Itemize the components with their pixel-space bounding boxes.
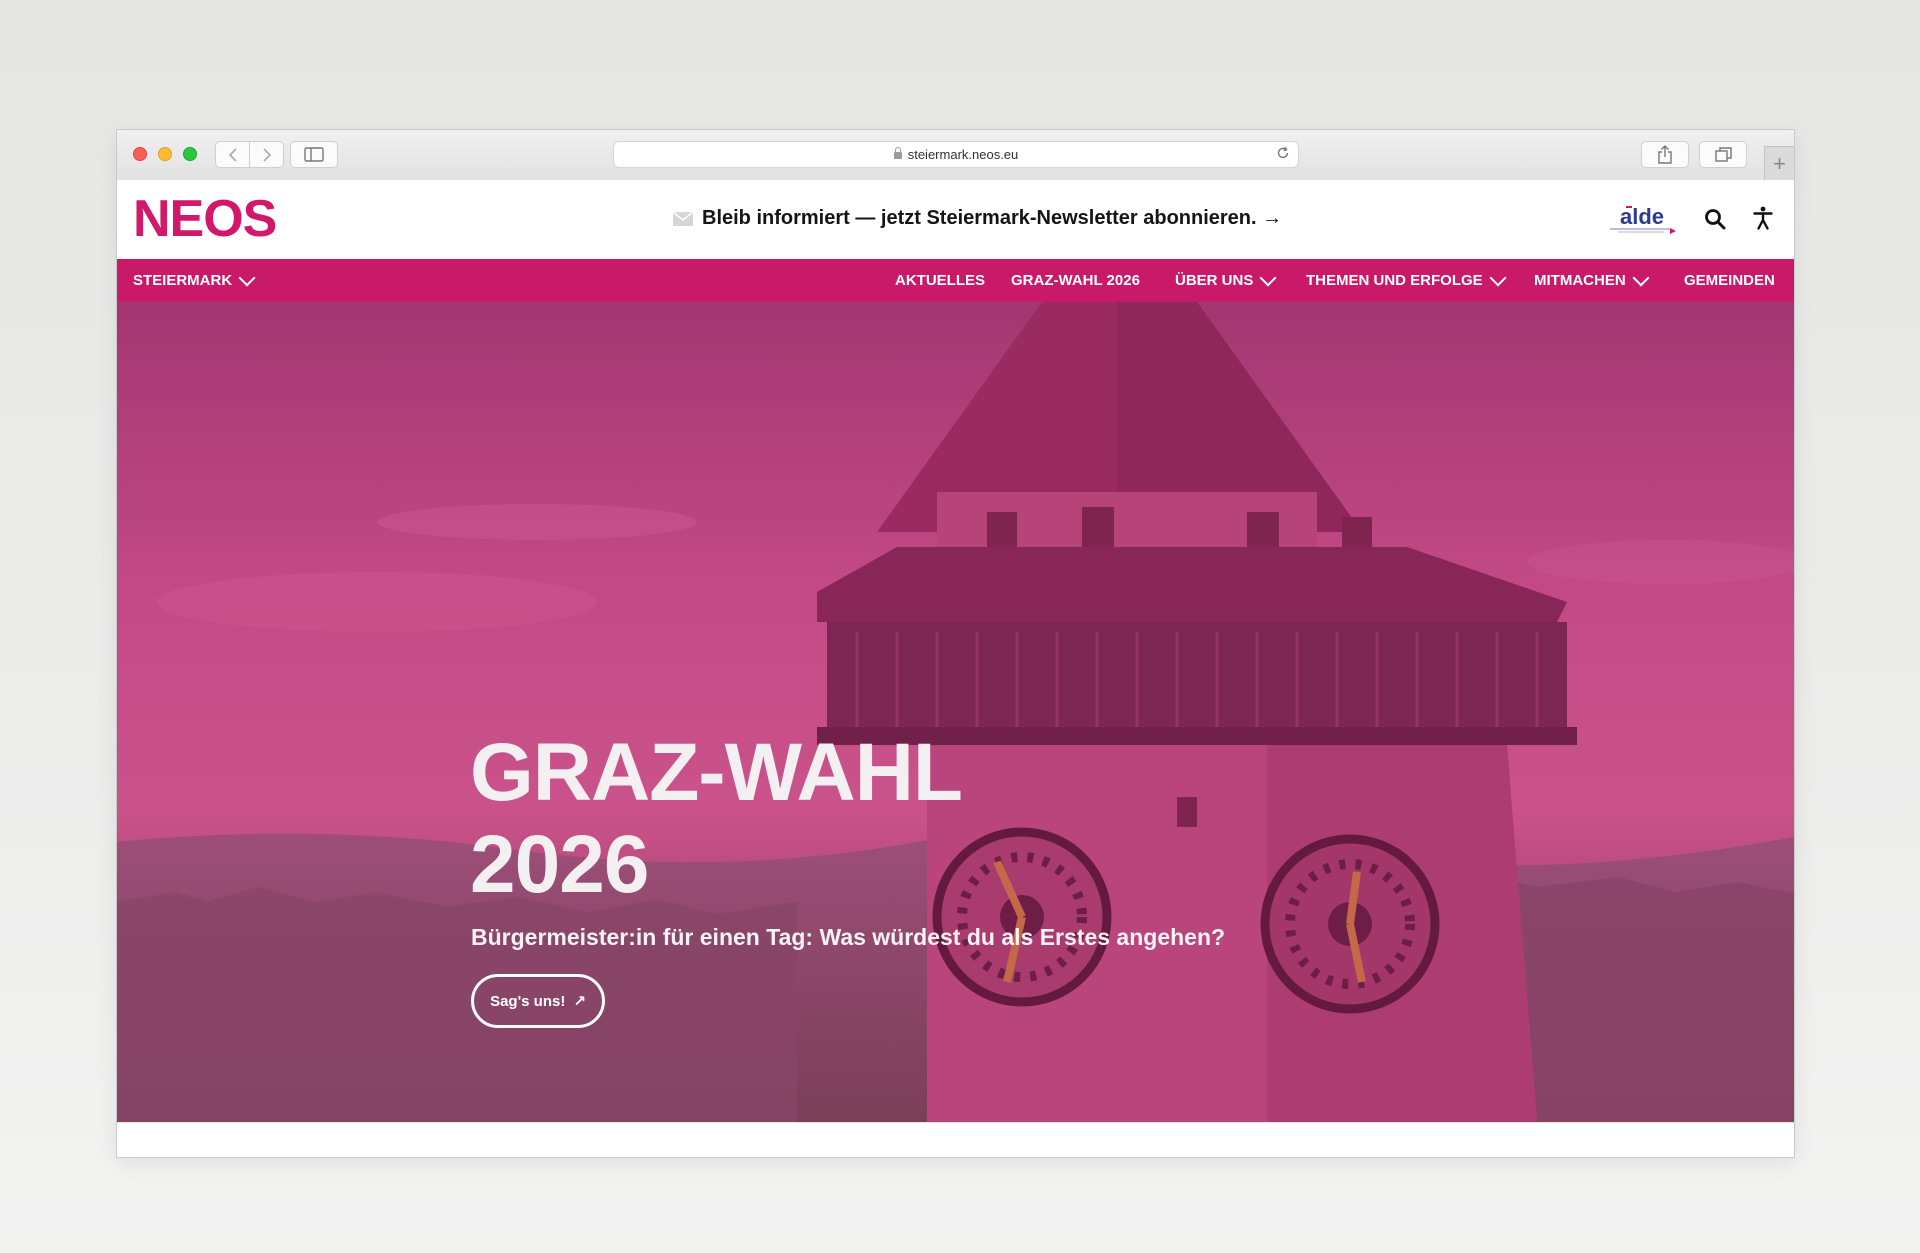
share-button[interactable] bbox=[1641, 141, 1689, 168]
nav-item-aktuelles[interactable]: AKTUELLES bbox=[895, 259, 985, 302]
accessibility-icon[interactable] bbox=[1753, 206, 1773, 235]
cta-label: Sag's uns! bbox=[490, 992, 566, 1010]
share-icon bbox=[1658, 145, 1672, 164]
chevron-down-icon bbox=[1259, 269, 1277, 286]
envelope-icon bbox=[672, 210, 694, 226]
region-label: STEIERMARK bbox=[133, 272, 233, 289]
external-arrow-icon: ↗ bbox=[573, 993, 586, 1010]
hero-subtitle: Bürgermeister:in für einen Tag: Was würd… bbox=[471, 924, 1226, 950]
forward-button[interactable] bbox=[249, 141, 284, 168]
nav-item-graz-wahl[interactable]: GRAZ-WAHL 2026 bbox=[1011, 259, 1140, 302]
nav-item-label: THEMEN UND ERFOLGE bbox=[1306, 272, 1483, 289]
hero-title: GRAZ-WAHL 2026 bbox=[470, 727, 963, 911]
newsletter-banner-link[interactable]: Bleib informiert — jetzt Steiermark-News… bbox=[672, 207, 1282, 230]
nav-item-themen-und-erfolge[interactable]: THEMEN UND ERFOLGE bbox=[1306, 259, 1507, 302]
chevron-left-icon bbox=[228, 147, 237, 162]
newsletter-text: Bleib informiert — jetzt Steiermark-News… bbox=[702, 207, 1283, 229]
close-window-button[interactable] bbox=[133, 147, 147, 161]
browser-window: steiermark.neos.eu + NEOS Bleib informie… bbox=[117, 130, 1794, 1157]
sidebar-toggle-button[interactable] bbox=[290, 141, 338, 168]
lock-icon bbox=[893, 147, 902, 159]
nav-item-label: AKTUELLES bbox=[895, 272, 985, 289]
browser-toolbar: steiermark.neos.eu + bbox=[117, 130, 1794, 181]
alde-logo[interactable]: alde bbox=[1608, 202, 1680, 236]
address-bar[interactable]: steiermark.neos.eu bbox=[613, 141, 1299, 168]
zoom-window-button[interactable] bbox=[183, 147, 197, 161]
plus-icon: + bbox=[1773, 150, 1786, 176]
nav-item-ueber-uns[interactable]: ÜBER UNS bbox=[1175, 259, 1277, 302]
region-selector[interactable]: STEIERMARK bbox=[133, 259, 256, 302]
nav-item-label: GEMEINDEN bbox=[1684, 272, 1775, 289]
hero-title-line1: GRAZ-WAHL bbox=[470, 727, 963, 818]
nav-item-gemeinden[interactable]: GEMEINDEN bbox=[1684, 259, 1775, 302]
nav-item-label: ÜBER UNS bbox=[1175, 272, 1254, 289]
tabs-icon bbox=[1714, 147, 1732, 162]
site-header: NEOS Bleib informiert — jetzt Steiermark… bbox=[117, 180, 1794, 259]
search-icon[interactable] bbox=[1704, 208, 1726, 235]
neos-logo[interactable]: NEOS bbox=[133, 193, 277, 245]
page-content-area bbox=[117, 1122, 1794, 1157]
chevron-down-icon bbox=[238, 269, 256, 286]
nav-item-mitmachen[interactable]: MITMACHEN bbox=[1534, 259, 1650, 302]
chevron-down-icon bbox=[1632, 269, 1650, 286]
nav-item-label: MITMACHEN bbox=[1534, 272, 1626, 289]
chevron-down-icon bbox=[1489, 269, 1507, 286]
minimize-window-button[interactable] bbox=[158, 147, 172, 161]
cta-button[interactable]: Sag's uns! ↗ bbox=[471, 974, 605, 1028]
hero-banner: GRAZ-WAHL 2026 Bürgermeister:in für eine… bbox=[117, 302, 1794, 1122]
sidebar-icon bbox=[304, 147, 324, 162]
reload-icon[interactable] bbox=[1276, 146, 1290, 164]
main-navigation: STEIERMARK AKTUELLES GRAZ-WAHL 2026 ÜBER… bbox=[117, 259, 1794, 302]
hero-title-line2: 2026 bbox=[470, 819, 649, 910]
address-url: steiermark.neos.eu bbox=[907, 147, 1019, 162]
chevron-right-icon bbox=[262, 147, 271, 162]
back-button[interactable] bbox=[215, 141, 250, 168]
new-tab-button[interactable]: + bbox=[1764, 146, 1794, 180]
nav-item-label: GRAZ-WAHL 2026 bbox=[1011, 272, 1140, 289]
hero-overlay bbox=[117, 302, 1794, 1122]
tabs-overview-button[interactable] bbox=[1699, 141, 1747, 168]
